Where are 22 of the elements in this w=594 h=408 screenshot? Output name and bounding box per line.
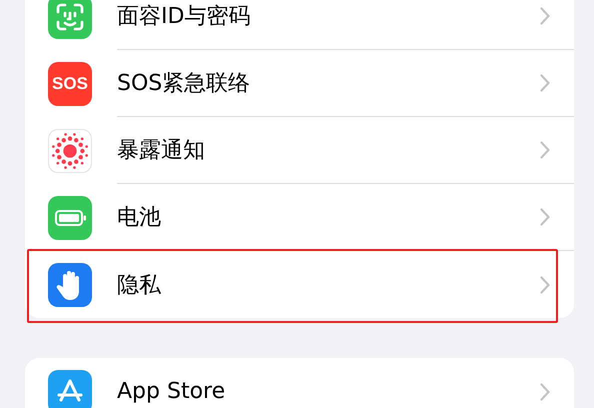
settings-row[interactable]: 暴露通知 bbox=[25, 117, 574, 184]
battery-icon bbox=[48, 196, 92, 240]
row-label: 电池 bbox=[117, 204, 161, 232]
row-label: SOS紧急联络 bbox=[117, 70, 250, 98]
exposure-dots-icon bbox=[48, 128, 92, 172]
chevron-icon bbox=[540, 276, 550, 294]
settings-row[interactable]: SOS SOS紧急联络 bbox=[25, 50, 574, 117]
chevron-icon bbox=[540, 141, 550, 159]
hand-icon bbox=[48, 262, 92, 306]
row-label: 隐私 bbox=[117, 272, 161, 300]
settings-row[interactable]: 面容ID与密码 bbox=[25, 0, 574, 50]
settings-row[interactable]: App Store bbox=[25, 358, 574, 408]
row-label: 暴露通知 bbox=[117, 137, 205, 165]
settings-row[interactable]: 隐私 bbox=[25, 251, 574, 318]
row-label: 面容ID与密码 bbox=[117, 3, 250, 31]
settings-row[interactable]: 电池 bbox=[25, 184, 574, 251]
sos-icon: SOS bbox=[48, 62, 92, 106]
row-label: App Store bbox=[117, 379, 226, 404]
chevron-icon bbox=[540, 208, 550, 226]
chevron-icon bbox=[540, 7, 550, 25]
chevron-icon bbox=[540, 74, 550, 92]
chevron-icon bbox=[540, 382, 550, 400]
